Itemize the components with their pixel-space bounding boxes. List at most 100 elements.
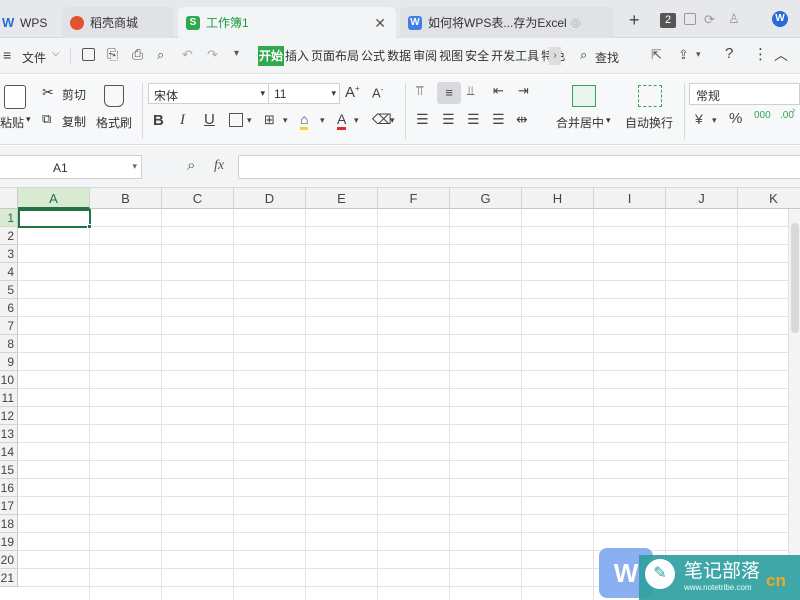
row-header-4[interactable]: 4 [0, 263, 18, 281]
share-icon[interactable]: ⇱ [651, 47, 662, 63]
row-header-11[interactable]: 11 [0, 389, 18, 407]
merge-format-icon[interactable]: ⊞ [264, 112, 275, 128]
formula-input[interactable] [238, 155, 800, 179]
align-top-icon[interactable]: ⫪ [416, 83, 423, 99]
hamburger-menu-icon[interactable]: ≡ [3, 47, 11, 63]
row-header-18[interactable]: 18 [0, 515, 18, 533]
column-header-d[interactable]: D [234, 188, 306, 209]
fill-handle[interactable] [87, 224, 92, 229]
bold-icon[interactable]: B [153, 112, 164, 129]
row-header-21[interactable]: 21 [0, 569, 18, 587]
row-header-14[interactable]: 14 [0, 443, 18, 461]
more-options-icon[interactable]: ⋮ [753, 45, 768, 63]
row-header-3[interactable]: 3 [0, 245, 18, 263]
menu-tab-7[interactable]: 安全 [464, 46, 490, 66]
percent-icon[interactable]: % [729, 110, 742, 127]
row-header-13[interactable]: 13 [0, 425, 18, 443]
border-icon[interactable] [229, 113, 243, 127]
close-tab-icon[interactable]: ✕ [374, 15, 386, 32]
increase-font-icon[interactable]: A+ [345, 84, 360, 101]
new-tab-plus-icon[interactable]: + [629, 10, 640, 31]
ribbon-scroll-right-icon[interactable]: › [792, 105, 795, 116]
column-header-b[interactable]: B [90, 188, 162, 209]
name-box[interactable]: A1 ▾ [0, 155, 142, 179]
search-label[interactable]: 查找 [595, 49, 619, 66]
row-header-10[interactable]: 10 [0, 371, 18, 389]
file-menu-dropdown-icon[interactable]: ⌵ [52, 48, 60, 59]
tab-doc[interactable]: W 如何将WPS表...存为Excel ◎ [400, 7, 614, 38]
clear-format-icon[interactable]: ⌫ [372, 111, 392, 128]
print-preview-icon[interactable]: ⌕ [157, 47, 164, 63]
row-header-15[interactable]: 15 [0, 461, 18, 479]
column-header-i[interactable]: I [594, 188, 666, 209]
menu-tab-5[interactable]: 审阅 [412, 46, 438, 66]
increase-indent-icon[interactable]: ⇥ [518, 83, 529, 99]
cloud-sync-icon[interactable]: ⇪ [678, 47, 689, 63]
user-avatar-icon[interactable]: W [772, 11, 788, 27]
save-icon[interactable] [82, 48, 95, 61]
row-header-20[interactable]: 20 [0, 551, 18, 569]
currency-dropdown-icon[interactable]: ▾ [712, 115, 717, 126]
row-header-2[interactable]: 2 [0, 227, 18, 245]
font-size-select[interactable]: 11 ▾ [268, 83, 340, 104]
column-header-h[interactable]: H [522, 188, 594, 209]
redo-icon[interactable]: ↷ [207, 47, 218, 63]
column-header-e[interactable]: E [306, 188, 378, 209]
underline-icon[interactable]: U [204, 111, 215, 128]
select-all-corner[interactable] [0, 188, 18, 209]
column-header-a[interactable]: A [18, 188, 90, 209]
merge-format-dropdown-icon[interactable]: ▾ [283, 115, 288, 126]
currency-icon[interactable]: ¥ [695, 111, 703, 127]
row-header-1[interactable]: 1 [0, 209, 18, 227]
menu-tab-8[interactable]: 开发工具 [490, 46, 540, 66]
cloud-dropdown-icon[interactable]: ▾ [696, 49, 701, 60]
justify-icon[interactable]: ☰ [492, 111, 505, 128]
clear-format-dropdown-icon[interactable]: ▾ [390, 115, 395, 126]
font-color-dropdown-icon[interactable]: ▾ [354, 115, 359, 126]
distributed-align-icon[interactable]: ⇹ [516, 111, 528, 128]
font-color-icon[interactable]: A [337, 111, 347, 130]
align-right-icon[interactable]: ☰ [467, 111, 480, 128]
font-name-select[interactable]: 宋体 ▾ [148, 83, 269, 104]
help-icon[interactable]: ? [725, 45, 733, 62]
decrease-indent-icon[interactable]: ⇤ [493, 83, 504, 99]
column-header-j[interactable]: J [666, 188, 738, 209]
menu-tab-4[interactable]: 数据 [386, 46, 412, 66]
more-tabs-icon[interactable]: › [549, 47, 561, 65]
collapse-ribbon-icon[interactable]: ︿ [774, 45, 788, 65]
thousands-separator-icon[interactable]: 000 [754, 110, 771, 121]
row-header-6[interactable]: 6 [0, 299, 18, 317]
wrap-text-button[interactable]: 自动换行 [622, 83, 682, 139]
column-header-g[interactable]: G [450, 188, 522, 209]
row-header-19[interactable]: 19 [0, 533, 18, 551]
decrease-font-icon[interactable]: A- [372, 85, 383, 100]
row-header-5[interactable]: 5 [0, 281, 18, 299]
search-icon[interactable]: ⌕ [580, 47, 587, 63]
output-pdf-icon[interactable]: ⎘ [107, 46, 118, 63]
insert-function-icon[interactable]: fx [214, 158, 224, 174]
column-header-k[interactable]: K [738, 188, 800, 209]
row-header-16[interactable]: 16 [0, 479, 18, 497]
tab-wps-home[interactable]: W WPS [0, 7, 56, 38]
column-header-c[interactable]: C [162, 188, 234, 209]
row-header-9[interactable]: 9 [0, 353, 18, 371]
undo-icon[interactable]: ↶ [182, 47, 193, 63]
column-header-f[interactable]: F [378, 188, 450, 209]
zoom-icon[interactable]: ⌕ [187, 157, 195, 174]
scrollbar-thumb[interactable] [791, 223, 799, 333]
menu-tab-1[interactable]: 插入 [284, 46, 310, 66]
number-format-select[interactable]: 常规 [689, 83, 800, 105]
file-menu[interactable]: 文件 [22, 49, 46, 66]
paste-button[interactable]: 粘贴 ▾ [0, 83, 34, 137]
customize-toolbar-icon[interactable]: ▾ [234, 48, 239, 59]
tab-count-badge[interactable]: 2 [660, 13, 676, 28]
row-header-17[interactable]: 17 [0, 497, 18, 515]
align-middle-icon[interactable]: ≡ [437, 82, 461, 104]
align-left-icon[interactable]: ☰ [416, 111, 429, 128]
tab-docer-store[interactable]: 稻壳商城 [62, 7, 174, 38]
align-bottom-icon[interactable]: ⫫ [467, 83, 474, 99]
row-header-8[interactable]: 8 [0, 335, 18, 353]
fill-color-icon[interactable]: ⌂ [300, 111, 309, 130]
menu-tab-6[interactable]: 视图 [438, 46, 464, 66]
row-header-12[interactable]: 12 [0, 407, 18, 425]
